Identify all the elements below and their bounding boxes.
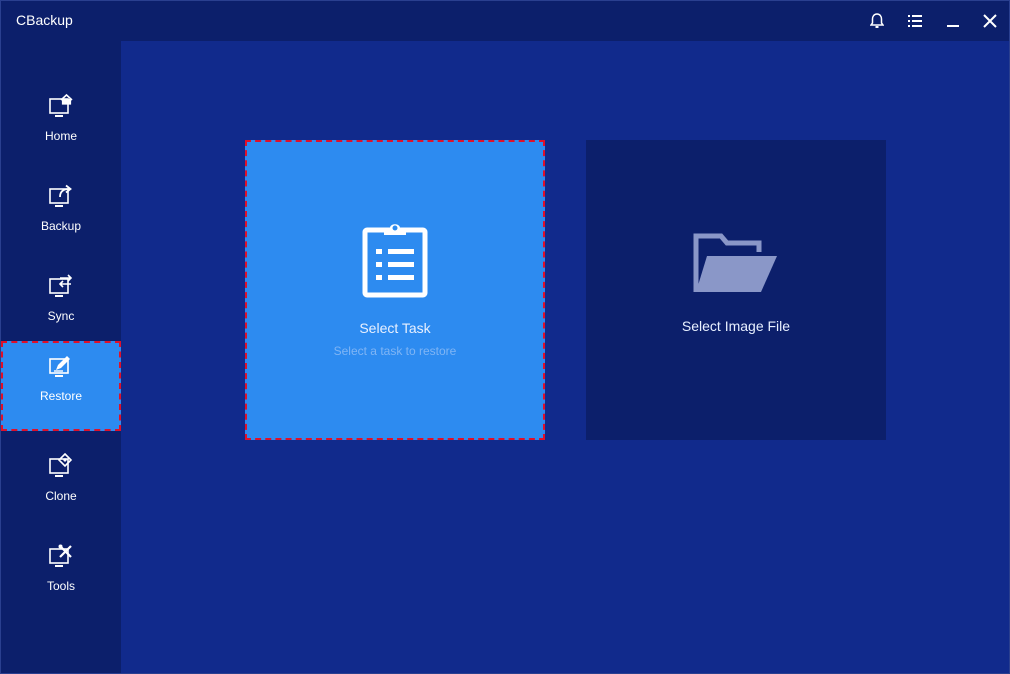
backup-icon	[47, 183, 75, 211]
sidebar-item-tools[interactable]: Tools	[1, 531, 121, 621]
sidebar-item-clone[interactable]: Clone	[1, 441, 121, 531]
sidebar-item-home[interactable]: Home	[1, 81, 121, 171]
sidebar-item-label: Backup	[40, 219, 82, 233]
bell-icon[interactable]	[866, 10, 888, 32]
card-title: Select Task	[359, 320, 431, 336]
sidebar-item-restore[interactable]: Restore	[1, 341, 121, 431]
select-task-card[interactable]: Select Task Select a task to restore	[245, 140, 545, 440]
main-panel: Select Task Select a task to restore Sel…	[121, 41, 1009, 673]
menu-icon[interactable]	[904, 10, 926, 32]
minimize-icon[interactable]	[942, 10, 964, 32]
sidebar: Home Backup Sync Restore Clone Tools	[1, 41, 121, 673]
clipboard-list-icon	[362, 222, 428, 303]
sidebar-item-label: Restore	[39, 389, 83, 403]
app-window: CBackup Home Backup Sync Restore Clone T…	[0, 0, 1010, 674]
restore-icon	[47, 353, 75, 381]
select-image-file-card[interactable]: Select Image File	[586, 140, 886, 440]
app-title: CBackup	[16, 12, 73, 28]
sidebar-item-label: Sync	[47, 309, 75, 323]
sidebar-item-label: Clone	[45, 489, 77, 503]
clone-icon	[47, 452, 75, 481]
sync-icon	[47, 273, 75, 301]
card-subtitle: Select a task to restore	[333, 344, 457, 358]
close-icon[interactable]	[979, 10, 1001, 32]
home-icon	[47, 93, 75, 121]
title-bar: CBackup	[1, 1, 1009, 41]
sidebar-item-label: Tools	[46, 579, 75, 593]
folder-open-icon	[693, 232, 779, 299]
sidebar-item-sync[interactable]: Sync	[1, 261, 121, 351]
tools-icon	[47, 543, 75, 571]
sidebar-item-label: Home	[44, 129, 77, 143]
sidebar-item-backup[interactable]: Backup	[1, 171, 121, 261]
card-title: Select Image File	[681, 318, 791, 334]
